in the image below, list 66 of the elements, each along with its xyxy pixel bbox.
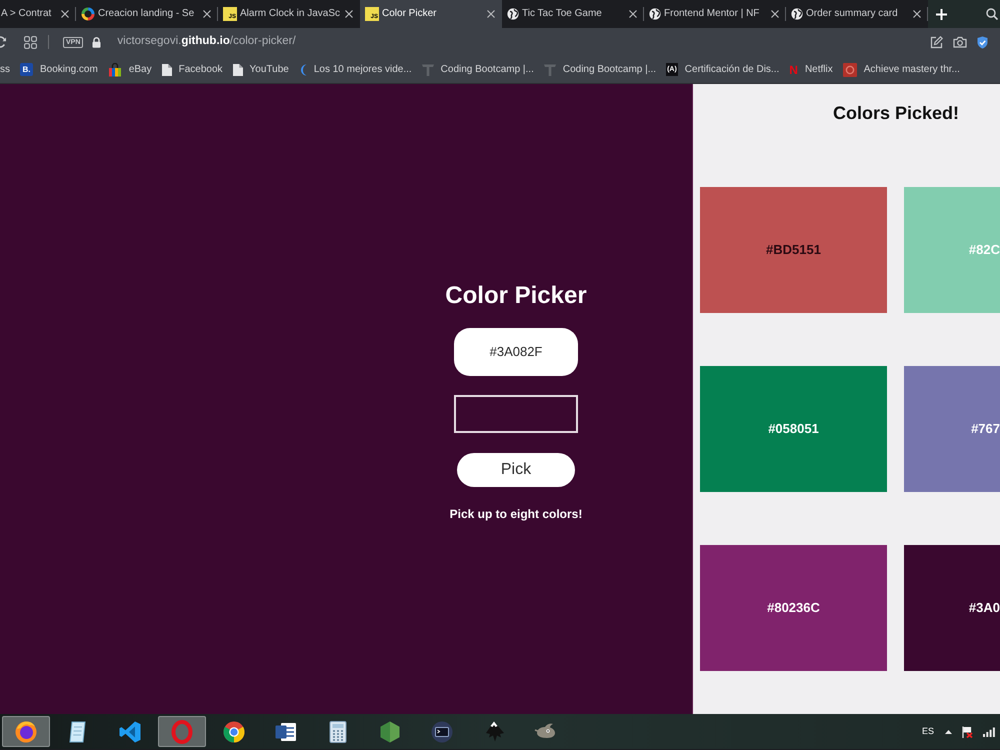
address-field[interactable]: victorsegovi.github.io/color-picker/ bbox=[117, 33, 296, 51]
swatch-label: #BD5151 bbox=[766, 241, 821, 260]
bookmark-item[interactable]: N Netflix bbox=[789, 64, 833, 76]
bookmark-item[interactable]: Los 10 mejores vide... bbox=[298, 64, 412, 76]
bookmark-item[interactable]: YouTube bbox=[232, 64, 289, 76]
close-icon[interactable] bbox=[203, 10, 211, 18]
close-icon[interactable] bbox=[61, 10, 69, 18]
bookmark-item[interactable]: Achieve mastery thr... bbox=[842, 62, 960, 76]
hexagon-icon bbox=[378, 720, 402, 744]
globe-icon bbox=[649, 8, 661, 20]
search-icon[interactable] bbox=[986, 8, 998, 20]
circle-segments-icon bbox=[222, 720, 246, 744]
close-icon[interactable] bbox=[913, 10, 921, 18]
caret-icon[interactable] bbox=[945, 730, 952, 734]
swatch-label: #80236C bbox=[767, 599, 820, 618]
ring-icon bbox=[81, 7, 95, 21]
pick-button[interactable]: Pick bbox=[457, 453, 575, 487]
close-icon[interactable] bbox=[771, 10, 779, 18]
browser-tab[interactable]: Order summary card bbox=[786, 0, 928, 28]
language-indicator[interactable]: ES bbox=[922, 727, 934, 736]
bookmark-item[interactable]: B. Booking.com bbox=[20, 63, 98, 76]
hex-input-field[interactable]: #3A082F bbox=[454, 328, 578, 376]
swatch-label: #3A0 bbox=[968, 599, 1000, 618]
swatch-label: #82C bbox=[968, 241, 1000, 260]
hint-text: Pick up to eight colors! bbox=[450, 506, 582, 522]
close-icon[interactable] bbox=[345, 10, 353, 18]
logo-icon: N bbox=[789, 64, 798, 76]
ribbon-icon bbox=[118, 720, 142, 744]
bookmark-item[interactable]: Coding Bootcamp |... bbox=[422, 64, 534, 76]
logo-icon: B. bbox=[20, 63, 33, 76]
grid-icon[interactable] bbox=[24, 36, 37, 48]
shopping-bag-icon bbox=[108, 62, 122, 76]
terminal-icon bbox=[430, 720, 454, 744]
color-preview-field[interactable] bbox=[454, 395, 578, 433]
new-tab-plus-icon[interactable] bbox=[936, 8, 947, 20]
t-shape-icon bbox=[422, 64, 434, 76]
crescent-icon bbox=[298, 64, 307, 76]
ring-icon bbox=[170, 720, 194, 744]
panel-title: Colors Picked! bbox=[832, 102, 960, 125]
page-icon bbox=[162, 64, 172, 76]
signal-icon[interactable] bbox=[983, 726, 995, 736]
browser-tab[interactable]: Frontend Mentor | NF bbox=[644, 0, 786, 28]
swatch-label: #058051 bbox=[768, 420, 819, 438]
reload-icon[interactable] bbox=[0, 35, 8, 49]
page-icon bbox=[232, 64, 243, 76]
close-icon[interactable] bbox=[487, 10, 495, 18]
browser-tab[interactable]: Tic Tac Toe Game bbox=[502, 0, 644, 28]
square-logo-icon bbox=[842, 62, 857, 76]
edit-icon[interactable] bbox=[930, 36, 943, 48]
browser-tab[interactable]: A > Contrat bbox=[0, 0, 76, 28]
globe-icon bbox=[791, 8, 803, 20]
flag-icon[interactable] bbox=[962, 726, 973, 738]
page-title: Color Picker bbox=[445, 281, 587, 311]
lock-icon bbox=[92, 36, 102, 48]
globe-icon bbox=[507, 8, 519, 20]
bookmark-item[interactable]: Coding Bootcamp |... bbox=[544, 64, 656, 76]
bookmark-item[interactable]: eBay bbox=[108, 62, 152, 76]
flame-globe-icon bbox=[14, 720, 38, 744]
camera-icon[interactable] bbox=[953, 36, 967, 48]
t-shape-icon bbox=[544, 64, 556, 76]
shield-icon[interactable] bbox=[977, 36, 988, 48]
swatch-label: #767 bbox=[971, 420, 1000, 438]
close-icon[interactable] bbox=[629, 10, 637, 18]
bookmark-item[interactable]: ss bbox=[0, 64, 10, 74]
bookmark-item[interactable]: Facebook bbox=[162, 64, 223, 76]
browser-tab[interactable]: Creacion landing - Se bbox=[76, 0, 218, 28]
